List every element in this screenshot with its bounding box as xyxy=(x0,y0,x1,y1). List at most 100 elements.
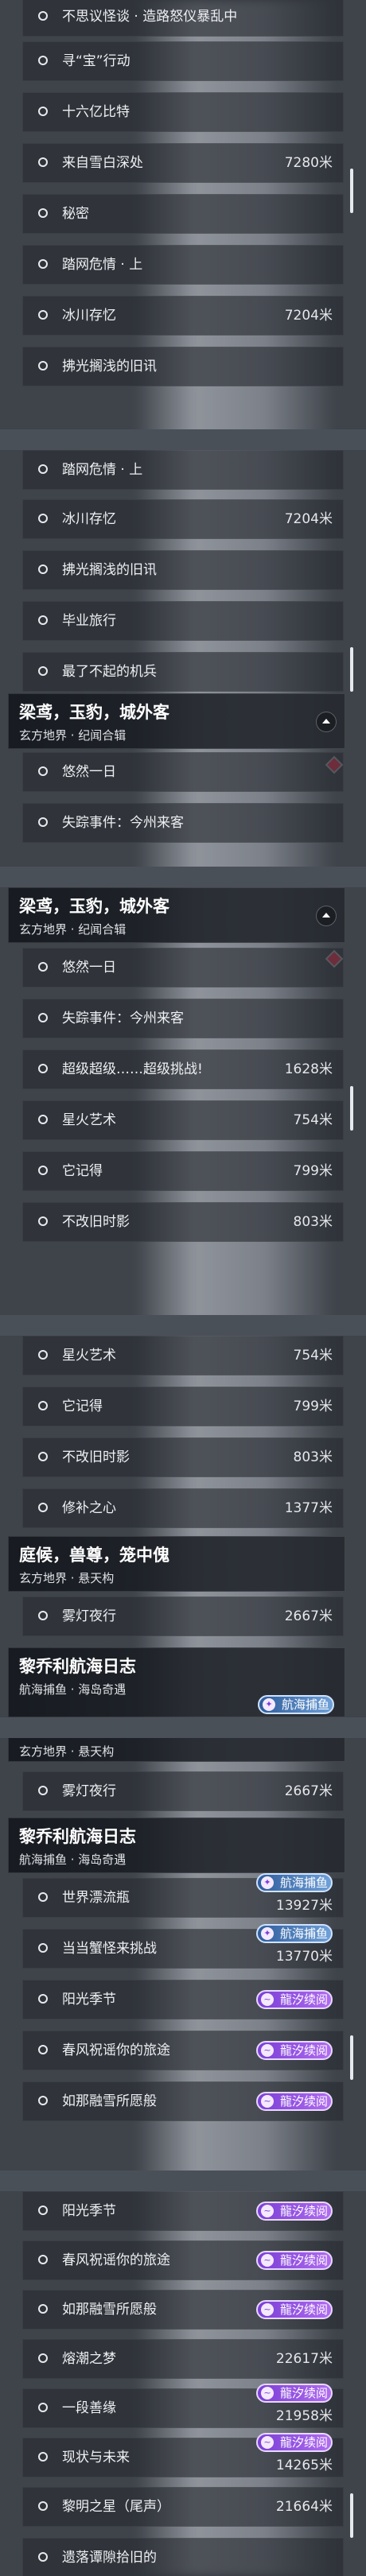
quest-title: 星火艺术 xyxy=(62,1348,116,1364)
quest-title: 雾灯夜行 xyxy=(62,1783,116,1799)
quest-status-circle-icon xyxy=(38,666,48,676)
chapter-subtitle: 玄方地界 · 纪闻合辑 xyxy=(19,922,127,937)
quest-row[interactable]: 一段善缘 ~ 龍汐续阅 21958米 xyxy=(22,2384,344,2428)
fish-icon: ✦ xyxy=(261,1927,274,1940)
quest-title: 雾灯夜行 xyxy=(62,1608,116,1624)
quest-row[interactable]: 它记得 799米 xyxy=(22,1387,344,1426)
quest-title: 一段善缘 xyxy=(62,2400,116,2416)
quest-distance: 799米 xyxy=(293,1163,333,1179)
quest-status-circle-icon xyxy=(38,361,48,370)
chapter-header[interactable]: 玄方地界 · 悬天构 xyxy=(8,1738,345,1762)
quest-title: 星火艺术 xyxy=(62,1112,116,1128)
quest-status-circle-icon xyxy=(38,1350,48,1360)
quest-row[interactable]: 黎明之星（尾声） 21664米 xyxy=(22,2487,344,2527)
quest-row[interactable]: 不改旧时影 803米 xyxy=(22,1437,344,1477)
quest-row[interactable]: 阳光季节 ~ 龍汐续阅 xyxy=(22,2191,344,2231)
chapter-header[interactable]: 黎乔利航海日志 航海捕鱼 · 海岛奇遇 ✦ 航海捕鱼 xyxy=(8,1647,345,1717)
quest-row[interactable]: 阳光季节 ~ 龍汐续阅 xyxy=(22,1980,344,2019)
quest-distance: 22617米 xyxy=(275,2351,333,2367)
quest-type-tag: ~ 龍汐续阅 xyxy=(256,2092,333,2111)
quest-title: 不改旧时影 xyxy=(62,1449,130,1465)
quest-type-tag: ~ 龍汐续阅 xyxy=(256,2041,333,2060)
chapter-header[interactable]: 黎乔利航海日志 航海捕鱼 · 海岛奇遇 xyxy=(8,1818,345,1873)
quest-status-circle-icon xyxy=(38,1013,48,1022)
scrollbar[interactable] xyxy=(350,1086,353,1131)
quest-row[interactable]: 世界漂流瓶 ✦ 航海捕鱼 13927米 xyxy=(22,1873,344,1918)
quest-status-circle-icon xyxy=(38,2206,48,2215)
chapter-title: 梁鸢，玉豹，城外客 xyxy=(19,703,169,722)
quest-title: 现状与未来 xyxy=(62,2450,130,2465)
quest-list-segment: 踏网危情 · 上 冰川存忆 7204米 拂光搁浅的旧讯 毕业旅行 最了不起的机兵… xyxy=(0,450,366,867)
quest-row[interactable]: 冰川存忆 7204米 xyxy=(22,296,344,336)
scrollbar[interactable] xyxy=(350,2035,353,2080)
quest-row[interactable]: 踏网危情 · 上 xyxy=(22,245,344,285)
wave-icon: ~ xyxy=(261,1993,274,2006)
fish-icon: ✦ xyxy=(263,1698,275,1711)
chapter-header[interactable]: 庭候，兽尊，笼中傀 玄方地界 · 悬天构 xyxy=(8,1536,345,1592)
wave-icon: ~ xyxy=(261,2387,274,2399)
quest-row[interactable]: 秘密 xyxy=(22,194,344,234)
quest-row[interactable]: 如那融雪所愿般 ~ 龍汐续阅 xyxy=(22,2290,344,2330)
quest-status-circle-icon xyxy=(38,2045,48,2054)
quest-row[interactable]: 当当蟹怪来挑战 ✦ 航海捕鱼 13770米 xyxy=(22,1924,344,1969)
tag-label: 龍汐续阅 xyxy=(280,2302,329,2317)
quest-row[interactable]: 超级超级……超级挑战! 1628米 xyxy=(22,1049,344,1089)
quest-row[interactable]: 拂光搁浅的旧讯 xyxy=(22,550,344,590)
quest-row[interactable]: 修补之心 1377米 xyxy=(22,1488,344,1528)
quest-type-tag: ~ 龍汐续阅 xyxy=(256,2251,333,2270)
chapter-header[interactable]: 梁鸢，玉豹，城外客 玄方地界 · 纪闻合辑 xyxy=(8,887,345,943)
quest-row[interactable]: 雾灯夜行 2667米 xyxy=(22,1771,344,1811)
quest-row[interactable]: 春风祝谣你的旅途 ~ 龍汐续阅 xyxy=(22,2240,344,2280)
scrollbar[interactable] xyxy=(350,169,353,213)
quest-row[interactable]: 拂光搁浅的旧讯 xyxy=(22,347,344,386)
quest-title: 不思议怪谈 · 造路怒仪暴乱中 xyxy=(62,9,238,25)
quest-row[interactable]: 毕业旅行 xyxy=(22,601,344,641)
collapse-arrow-icon[interactable] xyxy=(317,712,336,731)
quest-status-circle-icon xyxy=(38,1064,48,1073)
scrollbar[interactable] xyxy=(350,647,353,692)
quest-title: 毕业旅行 xyxy=(62,613,116,629)
quest-distance: 2667米 xyxy=(284,1783,333,1799)
quest-row[interactable]: 现状与未来 ~ 龍汐续阅 14265米 xyxy=(22,2433,344,2477)
quest-title: 阳光季节 xyxy=(62,1992,116,2008)
quest-row[interactable]: 十六亿比特 xyxy=(22,92,344,132)
wave-icon: ~ xyxy=(261,2254,274,2267)
tag-label: 龍汐续阅 xyxy=(280,2253,329,2268)
quest-row[interactable]: 寻“宝”行动 xyxy=(22,41,344,81)
quest-row[interactable]: 不改旧时影 803米 xyxy=(22,1202,344,1242)
quest-row[interactable]: 悠然一日 xyxy=(22,948,344,987)
quest-row[interactable]: 悠然一日 xyxy=(22,752,344,792)
quest-row[interactable]: 来自雪白深处 7280米 xyxy=(22,143,344,183)
collapse-arrow-icon[interactable] xyxy=(317,906,336,925)
quest-row[interactable]: 雾灯夜行 2667米 xyxy=(22,1596,344,1636)
quest-row[interactable]: 遗落谭隙拾旧的 xyxy=(22,2538,344,2576)
quest-row[interactable]: 失踪事件：今州来客 xyxy=(22,999,344,1038)
quest-status-circle-icon xyxy=(38,2255,48,2264)
quest-distance: 7204米 xyxy=(284,511,333,527)
quest-title: 失踪事件：今州来客 xyxy=(62,1011,184,1026)
chapter-header[interactable]: 梁鸢，玉豹，城外客 玄方地界 · 纪闻合辑 xyxy=(8,693,345,749)
quest-status-circle-icon xyxy=(38,2552,48,2562)
quest-row[interactable]: 春风祝谣你的旅途 ~ 龍汐续阅 xyxy=(22,2031,344,2070)
quest-row[interactable]: 星火艺术 754米 xyxy=(22,1100,344,1140)
quest-type-tag: ✦ 航海捕鱼 xyxy=(258,1695,334,1714)
quest-row[interactable]: 失踪事件：今州来客 xyxy=(22,803,344,843)
quest-row[interactable]: 踏网危情 · 上 xyxy=(22,450,344,490)
quest-row[interactable]: 最了不起的机兵 xyxy=(22,652,344,692)
quest-row[interactable]: 它记得 799米 xyxy=(22,1151,344,1191)
quest-row[interactable]: 星火艺术 754米 xyxy=(22,1336,344,1375)
wave-icon: ~ xyxy=(261,2303,274,2316)
quest-status-circle-icon xyxy=(38,615,48,625)
quest-title: 春风祝谣你的旅途 xyxy=(62,2043,170,2058)
scrollbar[interactable] xyxy=(350,2493,353,2538)
tag-label: 龍汐续阅 xyxy=(280,2204,329,2218)
quest-row[interactable]: 熔潮之梦 22617米 xyxy=(22,2339,344,2379)
quest-row[interactable]: 不思议怪谈 · 造路怒仪暴乱中 xyxy=(22,0,344,37)
quest-title: 世界漂流瓶 xyxy=(62,1890,130,1906)
section-divider xyxy=(0,429,366,450)
quest-distance: 754米 xyxy=(293,1348,333,1364)
quest-title: 黎明之星（尾声） xyxy=(62,2499,170,2515)
quest-row[interactable]: 冰川存忆 7204米 xyxy=(22,499,344,539)
quest-row[interactable]: 如那融雪所愿般 ~ 龍汐续阅 xyxy=(22,2081,344,2121)
chapter-subtitle: 航海捕鱼 · 海岛奇遇 xyxy=(19,1852,127,1867)
